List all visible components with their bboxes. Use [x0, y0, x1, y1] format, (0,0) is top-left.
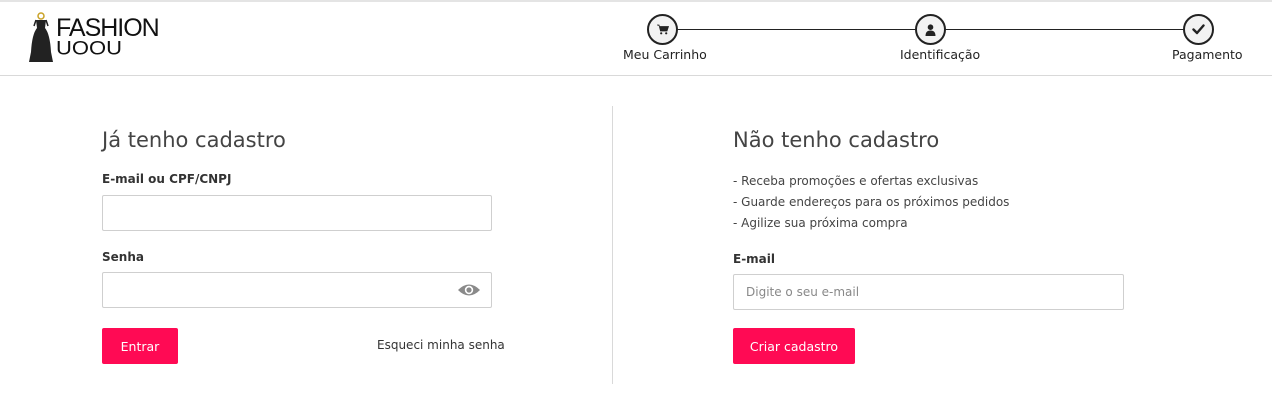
- logo-text-line2: UOOU: [56, 36, 122, 59]
- header: FASHION UOOU Meu Carrinho Identificação …: [0, 2, 1272, 76]
- benefit-item: - Receba promoções e ofertas exclusivas: [733, 174, 979, 188]
- login-submit-button[interactable]: Entrar: [102, 328, 178, 364]
- column-divider: [612, 106, 613, 384]
- step-cart[interactable]: [647, 14, 678, 45]
- login-email-input[interactable]: [102, 195, 492, 231]
- benefit-item: - Agilize sua próxima compra: [733, 216, 908, 230]
- register-email-label: E-mail: [733, 252, 776, 266]
- register-email-input[interactable]: Digite o seu e-mail: [733, 274, 1124, 310]
- create-account-button[interactable]: Criar cadastro: [733, 328, 855, 364]
- dress-icon: [29, 12, 53, 62]
- show-password-eye-icon[interactable]: [457, 279, 481, 301]
- step-identification[interactable]: [915, 14, 946, 45]
- password-input[interactable]: [102, 272, 492, 308]
- cart-icon: [656, 24, 669, 35]
- eye-icon: [458, 284, 480, 296]
- login-email-label: E-mail ou CPF/CNPJ: [102, 172, 232, 186]
- step-payment[interactable]: [1183, 14, 1214, 45]
- benefits-list: - Receba promoções e ofertas exclusivas …: [733, 171, 1009, 234]
- user-icon: [925, 23, 936, 36]
- forgot-password-link[interactable]: Esqueci minha senha: [377, 338, 505, 352]
- register-title: Não tenho cadastro: [733, 128, 940, 152]
- step-cart-label[interactable]: Meu Carrinho: [623, 47, 707, 62]
- login-title: Já tenho cadastro: [102, 128, 286, 152]
- step-payment-label[interactable]: Pagamento: [1172, 47, 1243, 62]
- benefit-item: - Guarde endereços para os próximos pedi…: [733, 195, 1010, 209]
- check-icon: [1192, 24, 1205, 35]
- logo[interactable]: FASHION UOOU: [26, 12, 166, 64]
- password-label: Senha: [102, 250, 144, 264]
- step-identification-label[interactable]: Identificação: [900, 47, 980, 62]
